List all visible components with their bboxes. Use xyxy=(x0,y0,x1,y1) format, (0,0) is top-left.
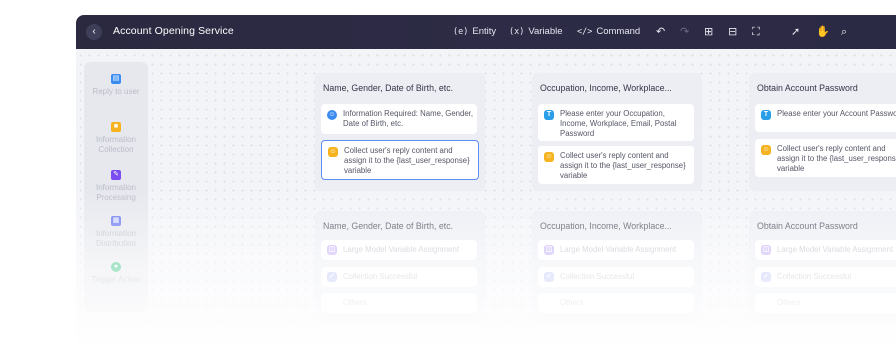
title-bar: ‹ Account Opening Service (e) Entity (x) V… xyxy=(76,15,896,49)
branch-card[interactable]: Others xyxy=(321,293,477,313)
card-text: Large Model Variable Assignment xyxy=(777,245,894,254)
text-icon: T xyxy=(544,110,554,120)
flow-node[interactable]: Occupation, Income, Workplace... T Pleas… xyxy=(532,73,702,191)
node-title: Occupation, Income, Workplace... xyxy=(540,221,672,231)
branch-card[interactable]: ◫ Large Model Variable Assignment xyxy=(321,240,477,260)
node-title: Occupation, Income, Workplace... xyxy=(540,83,672,93)
card-text: Collect user's reply content and assign … xyxy=(777,144,896,173)
flow-node[interactable]: Occupation, Income, Workplace... ◫ Large… xyxy=(532,211,702,321)
sidebar-item-information-distribution[interactable]: ▦ Information Distribution xyxy=(84,216,148,249)
text-icon: T xyxy=(761,110,771,120)
card-text: Collect user's reply content and assign … xyxy=(560,151,686,180)
flow-node[interactable]: Name, Gender, Date of Birth, etc. ◫ Larg… xyxy=(315,211,485,321)
select-cursor-icon[interactable]: ➚ xyxy=(791,25,800,39)
variable-assign-icon: ◫ xyxy=(327,245,337,255)
collect-icon: ☺ xyxy=(544,152,554,162)
zoom-out-icon[interactable]: ⊟ xyxy=(728,25,737,39)
sidebar-item-label: Reply to user xyxy=(92,87,140,96)
component-sidebar: ▤ Reply to user ■ Information Collection… xyxy=(84,62,148,312)
branch-card[interactable]: ✓ Collection Successful xyxy=(755,267,896,287)
entity-button[interactable]: (e) Entity xyxy=(453,26,496,37)
variable-button[interactable]: (x) Variable xyxy=(509,26,563,37)
node-title: Obtain Account Password xyxy=(757,221,858,231)
sidebar-item-trigger-action[interactable]: ● Trigger Action xyxy=(84,262,148,285)
card-text: Please enter your Account Password xyxy=(777,109,896,118)
variable-assign-icon: ◫ xyxy=(761,245,771,255)
zoom-in-icon[interactable]: ⊞ xyxy=(704,25,713,39)
variable-assign-icon: ◫ xyxy=(544,245,554,255)
circle-icon: ● xyxy=(111,262,121,272)
entity-icon: (e) xyxy=(453,27,469,37)
card-text: Others xyxy=(343,298,367,307)
card-text: Large Model Variable Assignment xyxy=(343,245,460,254)
entity-label: Entity xyxy=(472,26,497,37)
sidebar-item-label: Information Collection xyxy=(95,135,137,154)
sidebar-item-label: Information Processing xyxy=(95,183,137,202)
branch-card[interactable]: ✓ Collection Successful xyxy=(321,267,477,287)
command-label: Command xyxy=(596,26,641,37)
branch-card[interactable]: Others xyxy=(538,293,694,313)
card-text: Others xyxy=(560,298,584,307)
branch-card[interactable]: ◫ Large Model Variable Assignment xyxy=(538,240,694,260)
branch-card[interactable]: ✓ Collection Successful xyxy=(538,267,694,287)
text-card[interactable]: T Please enter your Occupation, Income, … xyxy=(538,104,694,141)
sidebar-item-information-processing[interactable]: ✎ Information Processing xyxy=(84,170,148,203)
text-card[interactable]: T Please enter your Account Password xyxy=(755,104,896,132)
branch-card[interactable]: ◫ Large Model Variable Assignment xyxy=(755,240,896,260)
edit-icon: ✎ xyxy=(111,170,121,180)
sidebar-item-label: Information Distribution xyxy=(95,229,137,248)
success-icon: ✓ xyxy=(761,272,771,282)
fit-screen-icon[interactable]: ⛶ xyxy=(752,25,760,39)
card-text: Information Required: Name, Gender, Date… xyxy=(343,109,474,128)
collect-card[interactable]: ☺ Collect user's reply content and assig… xyxy=(321,140,479,180)
success-icon: ✓ xyxy=(327,272,337,282)
card-text: Please enter your Occupation, Income, Wo… xyxy=(560,109,677,138)
hand-pan-icon[interactable]: ✋ xyxy=(816,25,830,39)
flow-node[interactable]: Name, Gender, Date of Birth, etc. ☺ Info… xyxy=(315,73,485,191)
success-icon: ✓ xyxy=(544,272,554,282)
node-title: Obtain Account Password xyxy=(757,83,858,93)
redo-icon[interactable]: ↷ xyxy=(680,25,689,39)
card-text: Collect user's reply content and assign … xyxy=(344,146,470,175)
node-title: Name, Gender, Date of Birth, etc. xyxy=(323,221,454,231)
command-icon: </> xyxy=(577,27,593,37)
collect-icon: ☺ xyxy=(761,145,771,155)
variable-icon: (x) xyxy=(509,27,525,37)
card-text: Collection Successful xyxy=(343,272,418,281)
flow-node[interactable]: Obtain Account Password T Please enter y… xyxy=(749,73,896,191)
sidebar-item-label: Trigger Action xyxy=(91,275,141,284)
node-title: Name, Gender, Date of Birth, etc. xyxy=(323,83,454,93)
back-icon[interactable]: ‹ xyxy=(86,24,102,40)
search-icon[interactable]: ⌕ xyxy=(841,25,847,39)
folder-icon: ■ xyxy=(111,122,121,132)
sidebar-item-information-collection[interactable]: ■ Information Collection xyxy=(84,122,148,155)
collect-icon: ☺ xyxy=(328,147,338,157)
command-button[interactable]: </> Command xyxy=(577,26,640,37)
flow-node[interactable]: Obtain Account Password ◫ Large Model Va… xyxy=(749,211,896,321)
collect-card[interactable]: ☺ Collect user's reply content and assig… xyxy=(755,139,896,177)
grid-icon: ▦ xyxy=(111,216,121,226)
card-text: Large Model Variable Assignment xyxy=(560,245,677,254)
reply-card[interactable]: ☺ Information Required: Name, Gender, Da… xyxy=(321,104,477,134)
card-text: Collection Successful xyxy=(777,272,852,281)
chat-icon: ▤ xyxy=(111,74,121,84)
branch-card[interactable]: Others xyxy=(755,293,896,313)
page-title: Account Opening Service xyxy=(113,25,234,37)
variable-label: Variable xyxy=(528,26,563,37)
reply-icon: ☺ xyxy=(327,110,337,120)
undo-icon[interactable]: ↶ xyxy=(656,25,665,39)
app-window: ‹ Account Opening Service (e) Entity (x) V… xyxy=(76,15,896,342)
card-text: Collection Successful xyxy=(560,272,635,281)
card-text: Others xyxy=(777,298,801,307)
collect-card[interactable]: ☺ Collect user's reply content and assig… xyxy=(538,146,694,184)
sidebar-item-reply-to-user[interactable]: ▤ Reply to user xyxy=(84,74,148,97)
